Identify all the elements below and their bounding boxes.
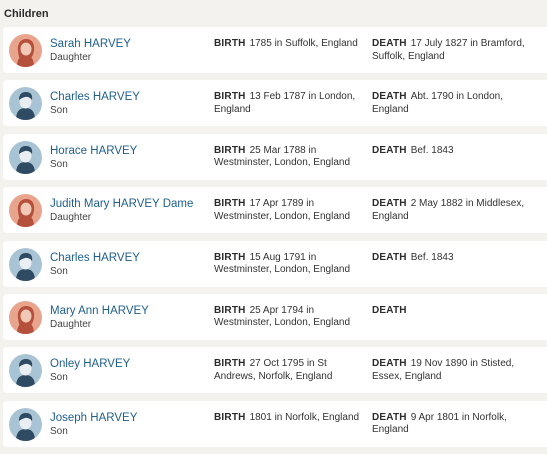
death-label: DEATH: [372, 144, 407, 156]
birth-event: BIRTH 17 Apr 1789 in Westminster, London,…: [214, 198, 364, 223]
child-name-link[interactable]: Horace HARVEY: [50, 145, 137, 157]
child-relation: Daughter: [50, 318, 92, 330]
female-avatar-icon[interactable]: [9, 300, 42, 334]
birth-event: BIRTH 25 Apr 1794 in Westminster, London,…: [214, 305, 364, 330]
death-label: DEATH: [372, 198, 407, 210]
death-event: DEATH 2 May 1882 in Middlesex, England: [372, 198, 542, 223]
birth-value: 1785 in Suffolk, England: [249, 38, 358, 49]
death-label: DEATH: [372, 38, 407, 49]
child-relation: Son: [50, 265, 68, 277]
child-relation: Daughter: [50, 212, 92, 224]
birth-label: BIRTH: [214, 251, 246, 263]
section-title: Children: [4, 8, 49, 20]
birth-label: BIRTH: [214, 411, 246, 423]
death-label: DEATH: [372, 304, 407, 316]
child-row[interactable]: Charles HARVEY Son BIRTH 15 Aug 1791 in Wes…: [3, 240, 547, 287]
birth-event: BIRTH 15 Aug 1791 in Westminster, London,…: [214, 252, 364, 277]
children-list: Sarah HARVEY Daughter BIRTH 1785 in Suffolk…: [0, 27, 547, 454]
death-event: DEATH Bef. 1843: [372, 145, 542, 158]
child-row[interactable]: Mary Ann HARVEY Daughter BIRTH 25 Apr 1794 …: [3, 293, 547, 340]
birth-event: BIRTH 1785 in Suffolk, England: [214, 38, 364, 51]
male-avatar-icon[interactable]: [9, 407, 42, 441]
birth-label: BIRTH: [214, 198, 246, 210]
birth-event: BIRTH 1801 in Norfolk, England: [214, 412, 364, 425]
birth-event: BIRTH 13 Feb 1787 in London, England: [214, 91, 364, 116]
child-relation: Son: [50, 105, 68, 117]
child-row[interactable]: Judith Mary HARVEY Dame Daughter BIRTH 17 A…: [3, 187, 547, 234]
birth-label: BIRTH: [214, 38, 246, 49]
death-label: DEATH: [372, 411, 407, 423]
female-avatar-icon[interactable]: [9, 34, 42, 67]
birth-value: 1801 in Norfolk, England: [249, 411, 360, 423]
death-label: DEATH: [372, 91, 407, 103]
child-row[interactable]: Charles HARVEY Son BIRTH 13 Feb 1787 in Lon…: [3, 80, 547, 127]
birth-label: BIRTH: [214, 358, 246, 370]
birth-event: BIRTH 27 Oct 1795 in St Andrews, Norfolk,…: [214, 358, 364, 383]
child-name-link[interactable]: Onley HARVEY: [50, 358, 130, 370]
death-value: Bef. 1843: [410, 251, 454, 263]
child-name-link[interactable]: Mary Ann HARVEY: [50, 305, 149, 317]
male-avatar-icon[interactable]: [9, 354, 42, 388]
child-name-link[interactable]: Charles HARVEY: [50, 91, 140, 103]
male-avatar-icon[interactable]: [9, 87, 42, 121]
child-relation: Son: [50, 158, 68, 170]
female-avatar-icon[interactable]: [9, 194, 42, 228]
child-name-link[interactable]: Sarah HARVEY: [50, 38, 131, 50]
child-name-link[interactable]: Joseph HARVEY: [50, 412, 137, 424]
death-label: DEATH: [372, 358, 407, 370]
child-relation: Son: [50, 425, 68, 437]
death-value: Bef. 1843: [410, 144, 454, 156]
death-event: DEATH: [372, 305, 542, 318]
child-name-link[interactable]: Judith Mary HARVEY Dame: [50, 198, 193, 210]
male-avatar-icon[interactable]: [9, 247, 42, 281]
child-relation: Son: [50, 372, 68, 384]
death-event: DEATH 9 Apr 1801 in Norfolk, England: [372, 412, 542, 437]
birth-label: BIRTH: [214, 304, 246, 316]
death-event: DEATH Bef. 1843: [372, 252, 542, 265]
male-avatar-icon[interactable]: [9, 140, 42, 174]
death-event: DEATH 17 July 1827 in Bramford, Suffolk, …: [372, 38, 542, 63]
child-row[interactable]: Onley HARVEY Son BIRTH 27 Oct 1795 in St An…: [3, 347, 547, 394]
child-row[interactable]: Horace HARVEY Son BIRTH 25 Mar 1788 in West…: [3, 133, 547, 180]
birth-label: BIRTH: [214, 144, 246, 156]
child-row[interactable]: Sarah HARVEY Daughter BIRTH 1785 in Suffolk…: [3, 27, 547, 73]
death-event: DEATH Abt. 1790 in London, England: [372, 91, 542, 116]
child-name-link[interactable]: Charles HARVEY: [50, 252, 140, 264]
death-label: DEATH: [372, 251, 407, 263]
death-event: DEATH 19 Nov 1890 in Stisted, Essex, Engl…: [372, 358, 542, 383]
child-row[interactable]: Joseph HARVEY Son BIRTH 1801 in Norfolk, En…: [3, 400, 547, 447]
birth-event: BIRTH 25 Mar 1788 in Westminster, London,…: [214, 145, 364, 170]
child-relation: Daughter: [50, 52, 92, 63]
birth-label: BIRTH: [214, 91, 246, 103]
